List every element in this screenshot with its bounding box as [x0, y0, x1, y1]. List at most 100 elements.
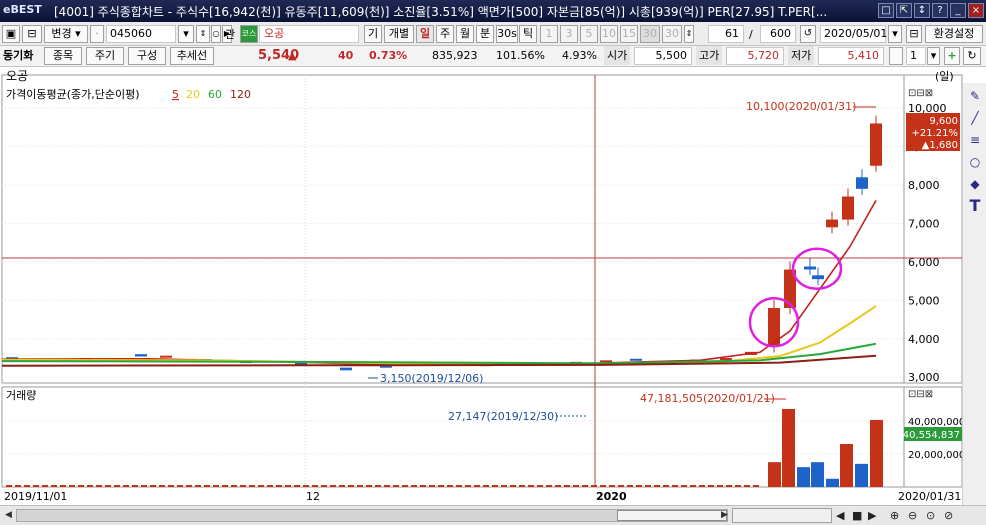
- reset-icon[interactable]: ↺: [800, 25, 816, 43]
- volume-bar: [213, 485, 219, 487]
- gi-button[interactable]: 기: [364, 25, 382, 43]
- maximize-icon[interactable]: ⇱: [896, 3, 912, 18]
- scroll-track[interactable]: [16, 509, 728, 522]
- low-annotation: 3,150(2019/12/06): [380, 372, 483, 385]
- line-icon[interactable]: ╱: [966, 109, 984, 127]
- scroll-right-icon[interactable]: ▶: [718, 509, 731, 522]
- pin-icon[interactable]: ↕: [914, 3, 930, 18]
- chart-svg[interactable]: 오공(일)가격이동평균(종가,단순이평)52060120거래량10,0009,0…: [0, 67, 986, 507]
- volume-bar: [51, 485, 57, 487]
- circle-icon[interactable]: ○: [966, 153, 984, 171]
- volume-bar: [303, 485, 309, 487]
- minimize-icon[interactable]: _: [950, 3, 966, 18]
- volume-bar: [150, 485, 156, 487]
- updown-icon[interactable]: ⇕: [196, 25, 210, 43]
- chart-area[interactable]: 오공(일)가격이동평균(종가,단순이평)52060120거래량10,0009,0…: [0, 67, 986, 525]
- compose-button[interactable]: 구성: [128, 47, 166, 65]
- volume-bar: [294, 485, 300, 487]
- text-tool-icon[interactable]: T: [966, 197, 984, 215]
- select-value[interactable]: 1: [906, 47, 926, 65]
- tab-week[interactable]: 주: [436, 25, 454, 43]
- volume-bar: [330, 485, 336, 487]
- volume-bar: [285, 485, 291, 487]
- candle: [720, 358, 732, 361]
- scroll-left-icon[interactable]: ◀: [2, 509, 15, 522]
- star-icon[interactable]: ·: [90, 25, 104, 43]
- play-back-icon[interactable]: ◀: [836, 508, 844, 523]
- zoom-fit-icon[interactable]: ⊙: [926, 508, 935, 523]
- help-icon[interactable]: ?: [932, 3, 948, 18]
- restore-icon[interactable]: □: [878, 3, 894, 18]
- tab-minute[interactable]: 분: [476, 25, 494, 43]
- volume-bar: [15, 485, 21, 487]
- change-dropdown[interactable]: 변경 ▾: [44, 25, 88, 43]
- search-icon[interactable]: ○: [211, 25, 221, 43]
- volume-bar: [681, 485, 687, 487]
- scroll-thumb[interactable]: [617, 510, 727, 521]
- tab-month[interactable]: 월: [456, 25, 474, 43]
- ma-period-5: 5: [172, 88, 179, 101]
- checkbox[interactable]: [889, 47, 903, 65]
- zoom-slider[interactable]: [732, 508, 832, 523]
- volume-bar: [753, 485, 759, 487]
- period-button[interactable]: 주기: [86, 47, 124, 65]
- drawing-tools-sidebar: ✎ ╱ ≡ ○ ◆ T: [962, 83, 986, 513]
- play-icon[interactable]: ▶: [868, 508, 876, 523]
- add-icon[interactable]: +: [944, 47, 960, 65]
- print-icon[interactable]: ⊟: [906, 25, 922, 43]
- refresh-icon[interactable]: ↻: [963, 47, 981, 65]
- horizontal-scrollbar[interactable]: ◀ ▶ ◀ ■ ▶ ⊕ ⊖ ⊙ ⊘: [0, 505, 986, 525]
- code-dropdown-icon[interactable]: ▾: [178, 25, 194, 43]
- stop-icon[interactable]: ■: [852, 508, 862, 523]
- volume-bar: [699, 485, 705, 487]
- tab-day[interactable]: 일: [416, 25, 434, 43]
- eraser-icon[interactable]: ◆: [966, 175, 984, 193]
- stock-code-input[interactable]: 045060: [106, 25, 176, 43]
- num-button-1[interactable]: 1: [540, 25, 558, 43]
- spin-icon[interactable]: ⇕: [684, 25, 694, 43]
- settings-button[interactable]: 환경설정: [925, 25, 983, 43]
- num-button-10[interactable]: 10: [600, 25, 618, 43]
- volume-bar: [456, 485, 462, 487]
- volume-value: 835,923: [432, 49, 478, 62]
- tab-30s[interactable]: 30s: [496, 25, 518, 43]
- num-button-5[interactable]: 5: [580, 25, 598, 43]
- zoom-in-icon[interactable]: ⊕: [890, 508, 899, 523]
- num-button-30b[interactable]: 30: [662, 25, 682, 43]
- close-icon[interactable]: ×: [968, 3, 984, 18]
- layout-icon[interactable]: ▣: [2, 25, 20, 43]
- window-icon[interactable]: ⊟: [22, 25, 42, 43]
- date-dropdown-icon[interactable]: ▾: [888, 25, 902, 43]
- zoom-reset-icon[interactable]: ⊘: [944, 508, 953, 523]
- gaebyeol-button[interactable]: 개별: [384, 25, 414, 43]
- x-axis-label: 12: [306, 490, 320, 503]
- num-button-3[interactable]: 3: [560, 25, 578, 43]
- gwan-label[interactable]: 관: [225, 25, 235, 44]
- fibonacci-icon[interactable]: ≡: [966, 131, 984, 149]
- volume-bar: [573, 485, 579, 487]
- volume-ratio: 101.56%: [496, 49, 545, 62]
- volume-bar: [348, 485, 354, 487]
- stock-name[interactable]: 오공: [259, 25, 359, 43]
- select-dropdown-icon[interactable]: ▾: [927, 47, 940, 65]
- date-input[interactable]: 2020/05/01: [820, 25, 887, 43]
- pen-icon[interactable]: ✎: [966, 87, 984, 105]
- item-button[interactable]: 종목: [44, 47, 82, 65]
- trendline-button[interactable]: 추세선: [170, 47, 214, 65]
- volume-bar: [510, 485, 516, 487]
- sync-label[interactable]: 동기화: [3, 46, 33, 65]
- volume-bar: [609, 485, 615, 487]
- volume-bar: [840, 444, 853, 487]
- num-button-15[interactable]: 15: [620, 25, 638, 43]
- num-button-30[interactable]: 30: [640, 25, 660, 43]
- count-input[interactable]: 61: [708, 25, 744, 43]
- zoom-out-icon[interactable]: ⊖: [908, 508, 917, 523]
- volume-bar: [708, 485, 714, 487]
- market-badge-icon: 코스: [240, 25, 258, 43]
- tab-tick[interactable]: 틱: [519, 25, 537, 43]
- price-axis-label: 7,000: [908, 217, 940, 230]
- volume-bar: [645, 485, 651, 487]
- volume-title: 거래량: [6, 389, 36, 402]
- total-input[interactable]: 600: [760, 25, 796, 43]
- volume-bar: [42, 485, 48, 487]
